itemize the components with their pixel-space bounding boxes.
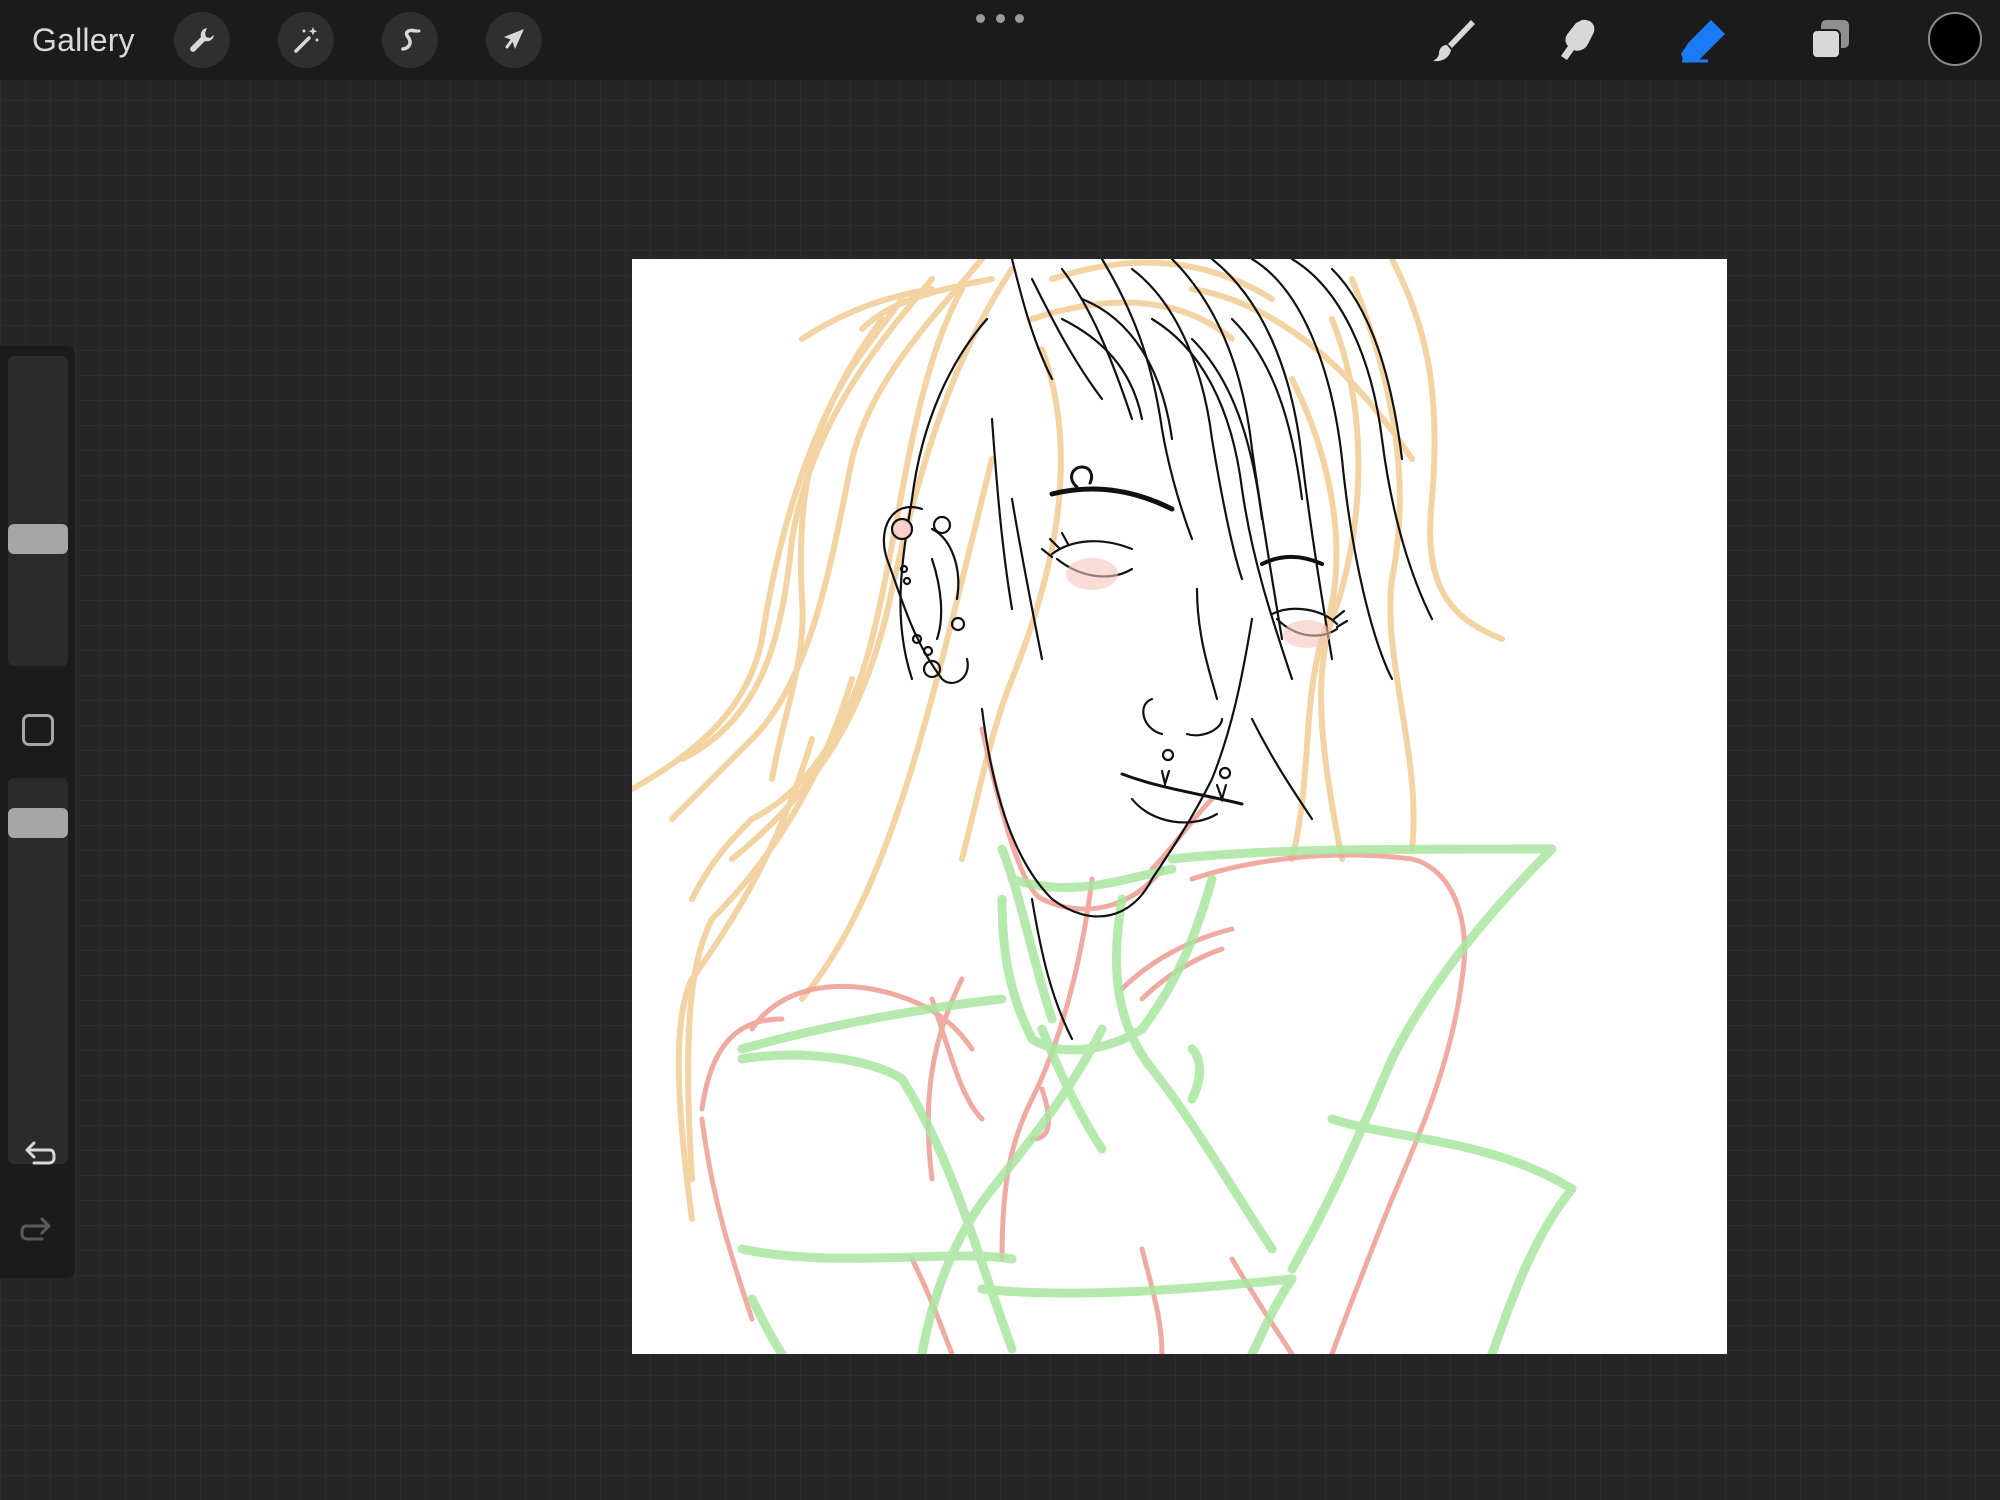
hair-sketch xyxy=(632,259,1505,1222)
selection-button[interactable] xyxy=(382,12,438,68)
layers-button[interactable] xyxy=(1800,12,1860,68)
brush-icon xyxy=(1433,20,1475,62)
sketch-artwork xyxy=(632,259,1577,1354)
magic-wand-icon xyxy=(294,27,319,53)
wrench-icon xyxy=(190,28,214,52)
eraser-icon xyxy=(1681,20,1725,63)
smudge-finger-icon xyxy=(1561,19,1595,60)
left-sidebar xyxy=(0,346,75,1278)
actions-button[interactable] xyxy=(174,12,230,68)
eraser-tool-button[interactable] xyxy=(1674,12,1734,68)
brush-tool-button[interactable] xyxy=(1424,12,1484,68)
gallery-button[interactable]: Gallery xyxy=(32,18,135,62)
modify-square-icon[interactable] xyxy=(22,714,54,746)
redo-icon xyxy=(20,1217,51,1241)
more-dots-icon[interactable] xyxy=(976,8,1024,28)
opacity-handle[interactable] xyxy=(8,808,68,838)
layers-icon xyxy=(1811,20,1849,59)
brush-size-slider[interactable] xyxy=(8,356,68,666)
undo-button[interactable] xyxy=(18,1136,58,1176)
structure-guide-sketch xyxy=(737,844,1577,1354)
procreate-workspace: Gallery xyxy=(0,0,2000,1500)
redo-button[interactable] xyxy=(18,1212,58,1252)
selection-s-icon xyxy=(401,28,421,51)
brush-size-handle[interactable] xyxy=(8,524,68,554)
blush-sketch xyxy=(1066,558,1331,648)
undo-icon xyxy=(25,1141,56,1165)
adjustments-button[interactable] xyxy=(278,12,334,68)
transform-button[interactable] xyxy=(486,12,542,68)
drawing-canvas[interactable] xyxy=(632,259,1727,1354)
smudge-tool-button[interactable] xyxy=(1548,12,1608,68)
top-toolbar: Gallery xyxy=(0,0,2000,80)
arrow-cursor-icon xyxy=(504,29,524,49)
color-picker-swatch[interactable] xyxy=(1928,12,1982,66)
